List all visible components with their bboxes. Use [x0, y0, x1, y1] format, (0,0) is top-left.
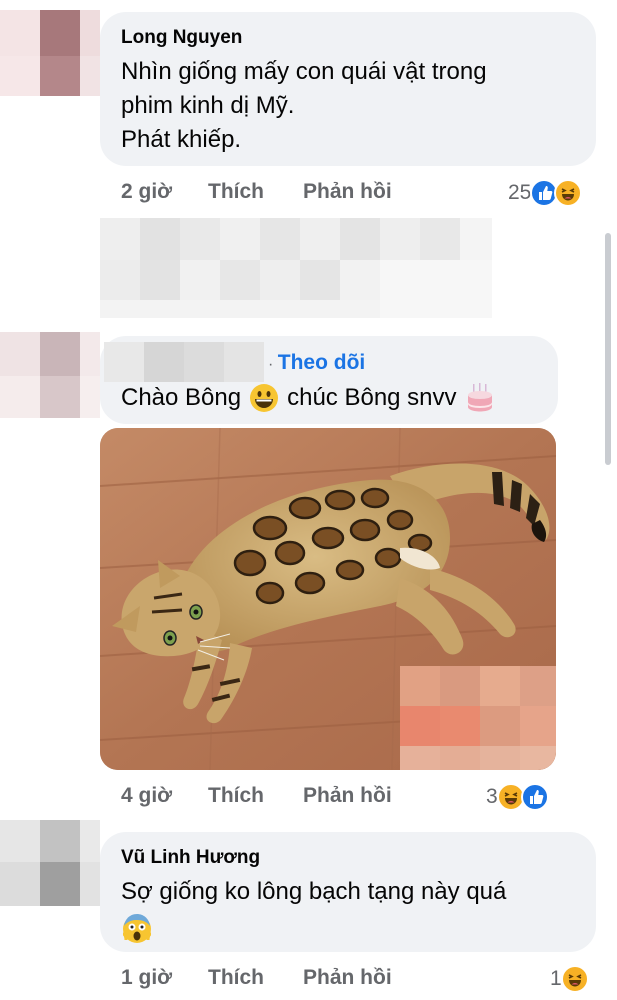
comment-text: Sợ giống ko lông bạch tạng này quá	[121, 878, 507, 905]
avatar[interactable]	[0, 10, 100, 96]
comment-text-part: Chào Bông	[121, 384, 242, 411]
comment-author[interactable]: Long Nguyen	[121, 27, 242, 49]
reply-link[interactable]: Phản hồi	[303, 966, 392, 990]
like-link[interactable]: Thích	[208, 784, 264, 808]
reaction-summary[interactable]: 25	[508, 178, 583, 208]
scrollbar[interactable]	[605, 233, 611, 465]
blurred-author-name	[104, 342, 264, 382]
comment-text-part: chúc Bông snvv	[287, 384, 457, 411]
reaction-count: 1	[550, 967, 562, 990]
like-link[interactable]: Thích	[208, 180, 264, 204]
avatar[interactable]	[0, 332, 100, 418]
reaction-summary[interactable]: 3	[486, 782, 549, 812]
comment-text-line: Phát khiếp.	[121, 126, 242, 153]
comment-photo[interactable]	[100, 428, 556, 770]
reaction-count: 3	[486, 785, 498, 808]
reaction-summary[interactable]: 1	[550, 964, 589, 994]
comment-text: Chào Bông chúc Bông snvv	[121, 382, 495, 414]
reply-link[interactable]: Phản hồi	[303, 784, 392, 808]
comment-text-line: phim kinh dị Mỹ.	[121, 92, 295, 119]
follow-link[interactable]: · Theo dõi	[268, 351, 365, 375]
comment-time[interactable]: 2 giờ	[121, 180, 172, 204]
like-icon	[520, 783, 549, 811]
haha-icon	[560, 965, 589, 993]
haha-icon	[554, 179, 583, 207]
reaction-count: 25	[508, 181, 532, 204]
comment-text-line: Nhìn giống mấy con quái vật trong	[121, 58, 487, 85]
grinning-face-icon	[249, 383, 279, 413]
comment-time[interactable]: 4 giờ	[121, 784, 172, 808]
comment-time[interactable]: 1 giờ	[121, 966, 172, 990]
like-link[interactable]: Thích	[208, 966, 264, 990]
avatar[interactable]	[0, 820, 100, 906]
follow-label: Theo dõi	[277, 351, 366, 374]
comment-author[interactable]: Vũ Linh Hương	[121, 847, 260, 869]
hidden-reply-preview	[100, 218, 492, 318]
reply-link[interactable]: Phản hồi	[303, 180, 392, 204]
birthday-cake-icon	[465, 382, 495, 414]
separator-dot: ·	[268, 356, 278, 373]
screaming-face-icon	[121, 912, 153, 944]
cat-photo-illustration	[100, 428, 556, 770]
